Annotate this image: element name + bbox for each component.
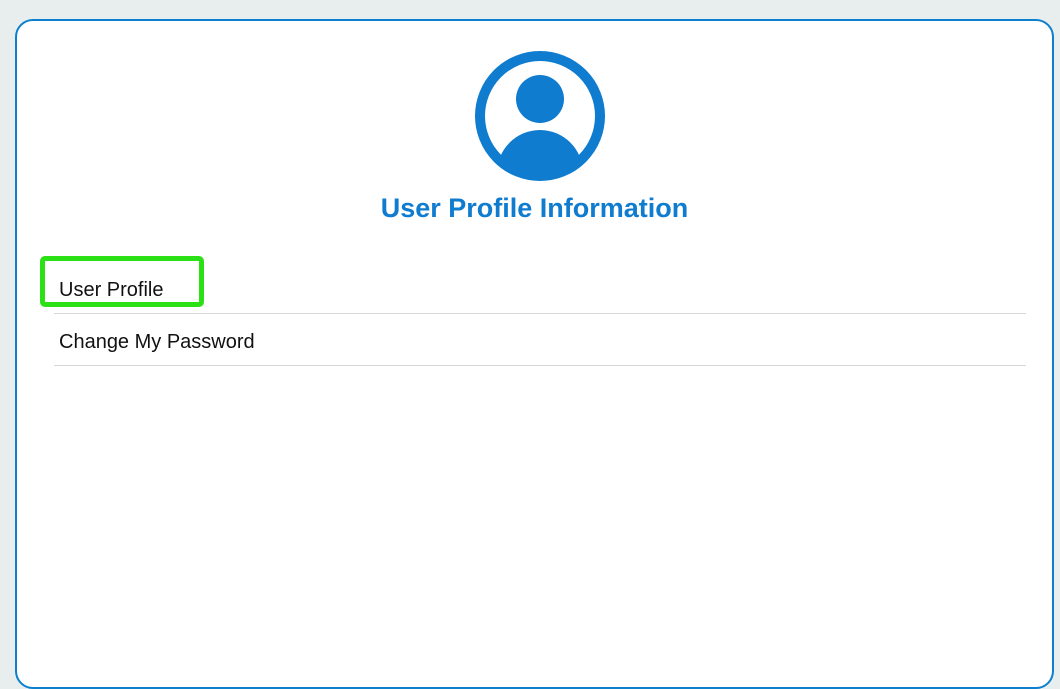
menu-item-label[interactable]: Change My Password bbox=[59, 331, 255, 354]
menu-item-user-profile[interactable]: User Profile bbox=[40, 256, 1026, 314]
page-title: User Profile Information bbox=[380, 193, 689, 223]
user-avatar-icon bbox=[473, 49, 607, 183]
profile-menu: User Profile Change My Password bbox=[40, 256, 1026, 366]
menu-item-label[interactable]: User Profile bbox=[59, 279, 163, 302]
menu-item-change-password[interactable]: Change My Password bbox=[54, 314, 1026, 366]
profile-card: User Profile Information User Profile Ch… bbox=[15, 19, 1054, 689]
